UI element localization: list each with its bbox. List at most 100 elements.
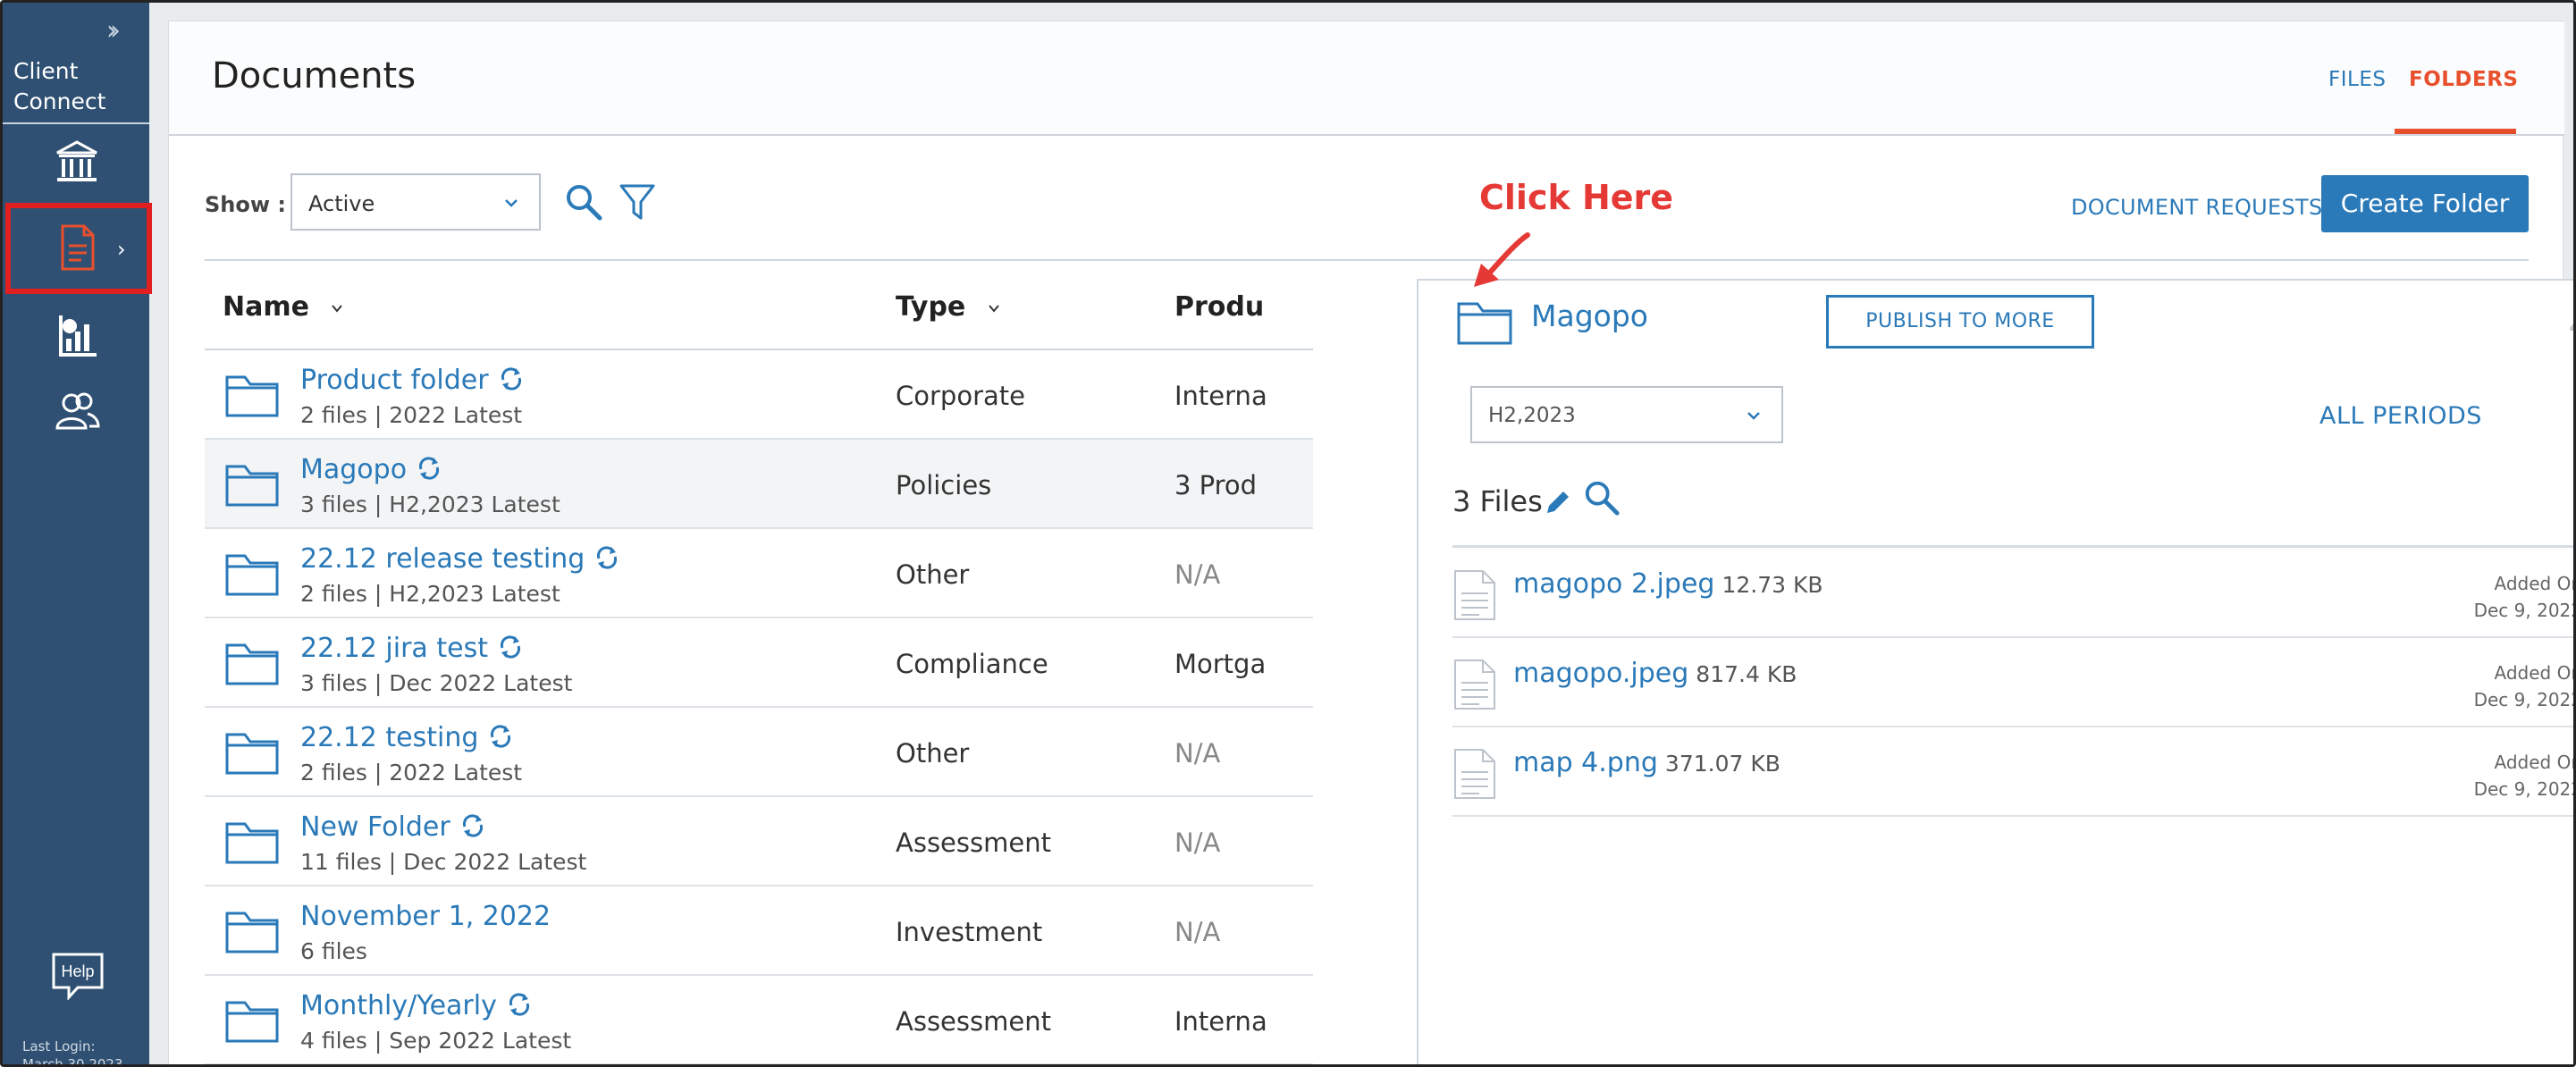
sync-icon[interactable] [498,365,525,392]
file-name[interactable]: magopo.jpeg [1513,658,1688,689]
period-select[interactable]: H2,2023 [1470,386,1783,443]
sync-icon[interactable] [416,455,442,482]
file-size: 12.73 KB [1722,572,1823,598]
table-row[interactable]: November 1, 2022 6 files Investment N/A [205,886,1313,976]
folder-name[interactable]: November 1, 2022 [300,901,551,932]
folder-summary: 4 files | Sep 2022 Latest [300,1028,572,1054]
folder-name-link[interactable]: New Folder [300,811,486,843]
chevron-down-icon [1747,412,1760,420]
added-on-label: Added On [2494,662,2576,684]
file-row[interactable]: magopo 2.jpeg 12.73 KB Added On Dec 9, 2022 [1452,549,2576,638]
file-row[interactable]: magopo.jpeg 817.4 KB Added On Dec 9, 2022 [1452,638,2576,727]
folder-type: Other [896,738,970,769]
folder-name[interactable]: 22.12 jira test [300,633,488,664]
folder-summary: 2 files | H2,2023 Latest [300,581,560,607]
file-name-link[interactable]: map 4.png 371.07 KB [1513,747,1780,778]
folder-name-link[interactable]: 22.12 release testing [300,543,620,575]
show-select[interactable]: Active [290,173,541,231]
create-folder-button[interactable]: Create Folder [2321,175,2529,232]
folder-product: N/A [1174,828,1221,858]
folder-name-link[interactable]: November 1, 2022 [300,901,551,932]
page-title: Documents [212,55,417,97]
folder-icon [225,822,279,864]
sidebar: ›› Client Connect › Help Last Login: Mar… [3,3,152,1064]
table-row[interactable]: 22.12 release testing 2 files | H2,2023 L… [205,529,1313,618]
sync-icon[interactable] [497,634,524,660]
added-on-label: Added On [2494,752,2576,773]
sort-chevron-icon[interactable] [331,302,343,315]
folder-name[interactable]: New Folder [300,811,450,843]
tab-files[interactable]: FILES [2328,68,2386,91]
period-select-value: H2,2023 [1488,404,1576,427]
folder-icon [225,375,279,417]
folder-type: Other [896,559,970,590]
folder-name-link[interactable]: Magopo [300,454,442,485]
documents-icon[interactable] [52,223,102,273]
folder-product: N/A [1174,559,1221,590]
brand-divider [3,122,149,124]
click-here-annotation: Click Here [1479,178,1674,217]
table-row[interactable]: New Folder 11 files | Dec 2022 Latest Asse… [205,797,1313,886]
document-requests-link[interactable]: DOCUMENT REQUESTS [2071,195,2323,220]
help-icon[interactable]: Help [51,952,105,1000]
reports-icon[interactable] [52,312,102,362]
all-periods-link[interactable]: ALL PERIODS [2319,402,2482,430]
column-header-type[interactable]: Type [896,291,1000,323]
folder-name[interactable]: Product folder [300,365,489,396]
sync-icon[interactable] [487,723,514,750]
page-header: Documents FILES FOLDERS [169,21,2564,136]
folder-name[interactable]: Monthly/Yearly [300,990,497,1021]
folder-product: 3 Prod [1174,470,1258,500]
table-row[interactable]: 22.12 testing 2 files | 2022 Latest Other N… [205,708,1313,797]
table-row[interactable]: Magopo 3 files | H2,2023 Latest Policies 3 … [205,440,1313,529]
files-divider [1452,545,2573,548]
users-icon[interactable] [2568,300,2576,332]
institution-icon[interactable] [52,137,102,187]
folder-name[interactable]: Magopo [300,454,407,485]
sync-icon[interactable] [506,991,533,1018]
file-name[interactable]: map 4.png [1513,747,1658,778]
folder-detail-panel: Magopo PUBLISH TO MORE H2,2023 ALL PERIO… [1417,279,2576,1064]
column-header-name[interactable]: Name [223,291,343,323]
folder-type: Investment [896,917,1043,947]
sync-icon[interactable] [459,812,486,839]
folder-icon [225,554,279,596]
brand-name: Client Connect [13,56,105,117]
folder-name-link[interactable]: Product folder [300,365,525,396]
added-on-label: Added On [2494,573,2576,594]
folder-name-link[interactable]: 22.12 jira test [300,633,524,664]
folder-name[interactable]: 22.12 testing [300,722,478,753]
file-name-link[interactable]: magopo 2.jpeg 12.73 KB [1513,568,1823,600]
annotation-arrow-icon [1474,232,1530,287]
folder-icon [225,733,279,775]
sort-chevron-icon[interactable] [988,302,1000,315]
panel-folder-name[interactable]: Magopo [1531,298,1648,333]
edit-pencil-icon[interactable] [1542,486,1574,518]
folder-name-link[interactable]: Monthly/Yearly [300,990,533,1021]
expand-sidebar-icon[interactable]: ›› [106,15,121,46]
filter-icon[interactable] [618,182,657,222]
table-row[interactable]: 22.12 jira test 3 files | Dec 2022 Latest… [205,618,1313,708]
file-row[interactable]: map 4.png 371.07 KB Added On Dec 9, 2022 [1452,727,2576,817]
folder-summary: 2 files | 2022 Latest [300,760,523,786]
folder-name[interactable]: 22.12 release testing [300,543,585,575]
folder-summary: 3 files | Dec 2022 Latest [300,670,573,696]
contacts-icon[interactable] [52,387,102,437]
sync-icon[interactable] [593,544,620,571]
chevron-down-icon [505,199,518,207]
folder-name-link[interactable]: 22.12 testing [300,722,514,753]
table-row[interactable]: Monthly/Yearly 4 files | Sep 2022 Latest A… [205,976,1313,1064]
file-name[interactable]: magopo 2.jpeg [1513,568,1714,600]
folder-type: Compliance [896,649,1048,679]
file-icon [1454,570,1495,620]
search-icon[interactable] [1583,479,1621,517]
last-login-label: Last Login: [22,1038,96,1054]
column-header-product[interactable]: Produ [1174,291,1264,323]
search-icon[interactable] [564,182,603,222]
active-tab-indicator [2395,129,2516,134]
publish-to-more-button[interactable]: PUBLISH TO MORE [1826,295,2094,349]
tab-folders[interactable]: FOLDERS [2409,68,2519,91]
file-name-link[interactable]: magopo.jpeg 817.4 KB [1513,658,1797,689]
table-row[interactable]: Product folder 2 files | 2022 Latest Corpo… [205,350,1313,440]
chevron-right-icon[interactable]: › [117,237,126,262]
